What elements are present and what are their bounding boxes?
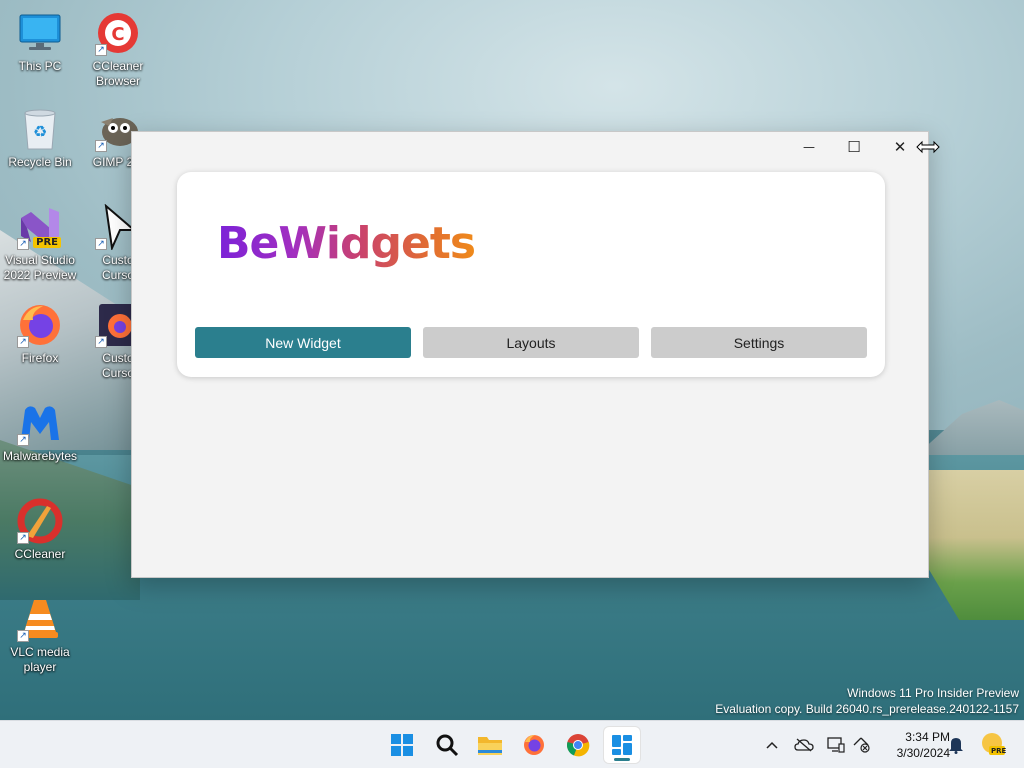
shortcut-arrow-icon: ↗ <box>17 336 29 348</box>
settings-button[interactable]: Settings <box>651 327 867 358</box>
onedrive-off-icon <box>794 738 814 752</box>
shortcut-arrow-icon: ↗ <box>17 434 29 446</box>
taskbar-clock[interactable]: 3:34 PM 3/30/2024 <box>876 729 950 761</box>
network-off-icon <box>853 737 870 753</box>
svg-text:C: C <box>111 24 124 45</box>
maximize-icon: ☐ <box>847 138 861 156</box>
chrome-icon <box>567 734 590 757</box>
ccleaner-browser-icon: C ↗ <box>95 10 141 56</box>
brand-logo: BeWidgets <box>217 218 476 269</box>
desktop-icon-ccleaner-browser[interactable]: C ↗ CCleaner Browser <box>78 10 158 89</box>
minimize-icon: — <box>803 140 815 154</box>
desktop-icon-malwarebytes[interactable]: ↗ Malwarebytes <box>0 400 80 464</box>
watermark-line-1: Windows 11 Pro Insider Preview <box>847 686 1019 700</box>
new-widget-button[interactable]: New Widget <box>195 327 411 358</box>
malwarebytes-icon: ↗ <box>17 400 63 446</box>
main-card: BeWidgets New Widget Layouts Settings <box>177 172 885 377</box>
ccleaner-icon: ↗ <box>17 498 63 544</box>
shortcut-arrow-icon: ↗ <box>95 140 107 152</box>
bell-icon <box>949 738 963 754</box>
svg-text:♻: ♻ <box>33 122 47 141</box>
shortcut-arrow-icon: ↗ <box>95 336 107 348</box>
layouts-button[interactable]: Layouts <box>423 327 639 358</box>
minimize-button[interactable]: — <box>786 132 832 162</box>
display-tray-button[interactable] <box>826 735 846 755</box>
bewidgets-window: — ☐ ✕ BeWidgets New Widget Layouts Setti… <box>131 131 929 578</box>
os-watermark: Windows 11 Pro Insider Preview Evaluatio… <box>715 685 1019 717</box>
active-indicator <box>614 758 630 761</box>
chevron-up-icon <box>766 741 778 749</box>
file-explorer-icon <box>478 737 502 755</box>
start-icon <box>391 734 413 756</box>
dev-badge[interactable]: PRE <box>980 731 1006 757</box>
desktop-icon-vlc[interactable]: ↗ VLC media player <box>0 596 80 675</box>
bewidgets-icon <box>612 735 632 755</box>
taskbar: 3:34 PM 3/30/2024 PRE <box>0 720 1024 768</box>
shortcut-arrow-icon: ↗ <box>17 532 29 544</box>
dev-badge-label: PRE <box>991 747 1007 755</box>
clock-date: 3/30/2024 <box>896 746 950 760</box>
notifications-button[interactable] <box>946 735 966 755</box>
shortcut-arrow-icon: ↗ <box>95 44 107 56</box>
maximize-button[interactable]: ☐ <box>831 132 877 162</box>
network-tray-button[interactable] <box>852 735 872 755</box>
firefox-taskbar-button[interactable] <box>516 727 552 763</box>
shortcut-arrow-icon: ↗ <box>17 238 29 250</box>
start-button[interactable] <box>384 727 420 763</box>
monitor-icon <box>17 10 63 56</box>
firefox-icon <box>524 735 544 755</box>
firefox-icon: ↗ <box>17 302 63 348</box>
show-hidden-icons-button[interactable] <box>762 735 782 755</box>
vlc-icon: ↗ <box>17 596 63 642</box>
shortcut-arrow-icon: ↗ <box>17 630 29 642</box>
search-icon <box>436 734 459 757</box>
bewidgets-taskbar-button[interactable] <box>604 727 640 763</box>
shortcut-arrow-icon: ↗ <box>95 238 107 250</box>
desktop-icon-ccleaner[interactable]: ↗ CCleaner <box>0 498 80 562</box>
onedrive-status[interactable] <box>794 735 814 755</box>
file-explorer-button[interactable] <box>472 727 508 763</box>
resize-cursor-icon <box>916 139 940 154</box>
desktop-icon-firefox[interactable]: ↗ Firefox <box>0 302 80 366</box>
close-icon: ✕ <box>893 138 907 156</box>
recycle-bin-icon: ♻ <box>17 106 63 152</box>
desktop-icon-this-pc[interactable]: This PC <box>0 10 80 74</box>
preview-badge: PRE <box>33 237 61 248</box>
clock-time: 3:34 PM <box>905 730 950 744</box>
chrome-taskbar-button[interactable] <box>560 727 596 763</box>
visual-studio-icon: PRE ↗ <box>17 204 63 250</box>
display-icon <box>827 737 845 753</box>
search-button[interactable] <box>429 727 465 763</box>
desktop-icon-recycle-bin[interactable]: ♻ Recycle Bin <box>0 106 80 170</box>
watermark-line-2: Evaluation copy. Build 26040.rs_prerelea… <box>715 702 1019 716</box>
desktop-icon-visual-studio[interactable]: PRE ↗ Visual Studio 2022 Preview <box>0 204 80 283</box>
